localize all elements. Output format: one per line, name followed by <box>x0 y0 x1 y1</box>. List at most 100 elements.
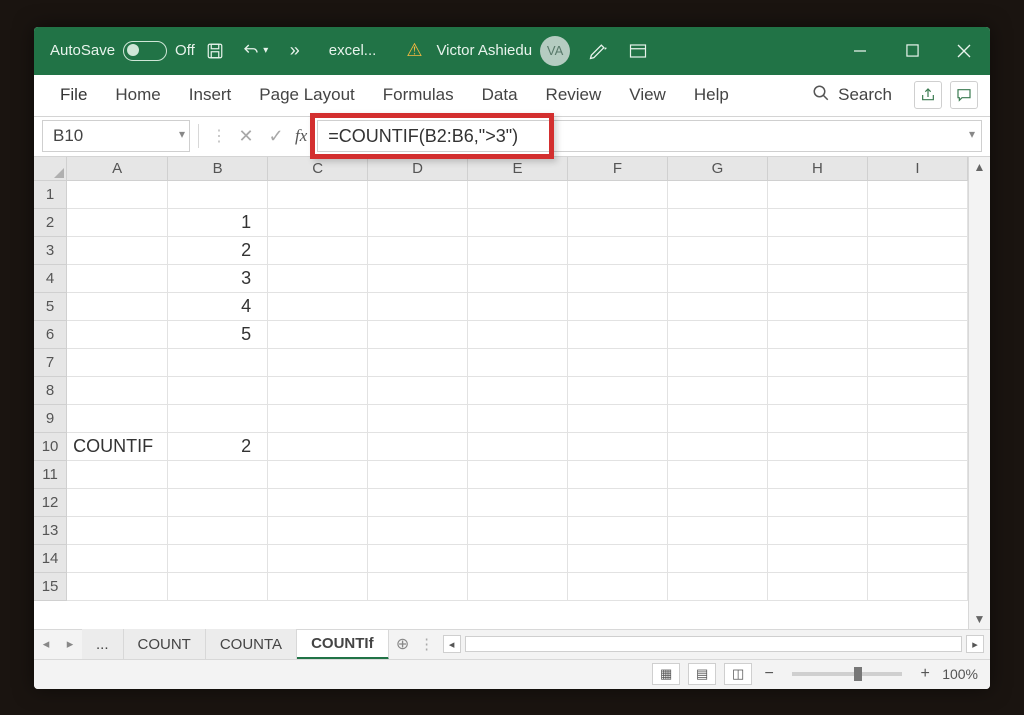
cell[interactable] <box>168 181 268 209</box>
autosave-control[interactable]: AutoSave Off <box>50 41 195 61</box>
excel-window: AutoSave Off ▾ » excel... ⚠ Victor Ashie… <box>34 27 990 689</box>
row-header[interactable]: 9 <box>34 405 67 433</box>
col-header-B[interactable]: B <box>168 157 268 181</box>
row-header[interactable]: 15 <box>34 573 67 601</box>
row-header[interactable]: 3 <box>34 237 67 265</box>
sheet-tab-count[interactable]: COUNT <box>124 629 206 659</box>
name-box-value: B10 <box>53 126 83 146</box>
view-pagelayout-button[interactable]: ▤ <box>688 663 716 685</box>
formula-bar: B10 ▾ ⋮ ✕ ✓ fx ▾ <box>34 117 990 157</box>
ribbon-tab-file[interactable]: File <box>46 74 101 116</box>
scroll-down-icon[interactable]: ▼ <box>969 609 990 629</box>
sheet-nav-next[interactable]: ▸ <box>58 636 82 652</box>
cell[interactable] <box>67 181 168 209</box>
cell-A10[interactable]: COUNTIF <box>67 433 168 461</box>
user-account[interactable]: Victor Ashiedu VA <box>436 36 570 66</box>
expand-formula-icon[interactable]: ▾ <box>969 127 975 141</box>
row-header[interactable]: 10 <box>34 433 67 461</box>
view-pagebreak-button[interactable]: ◫ <box>724 663 752 685</box>
maximize-button[interactable] <box>886 27 938 75</box>
share-icon[interactable] <box>914 81 942 109</box>
row-header[interactable]: 12 <box>34 489 67 517</box>
row-header[interactable]: 11 <box>34 461 67 489</box>
zoom-slider[interactable] <box>792 672 902 676</box>
scroll-right-icon[interactable]: ▸ <box>966 635 984 653</box>
row-header[interactable]: 4 <box>34 265 67 293</box>
autosave-toggle[interactable] <box>123 41 167 61</box>
cancel-formula-button[interactable]: ✕ <box>231 121 261 151</box>
document-title: excel... <box>329 42 377 59</box>
zoom-level[interactable]: 100% <box>942 666 978 682</box>
minimize-button[interactable] <box>834 27 886 75</box>
row-header[interactable]: 8 <box>34 377 67 405</box>
cell-B4[interactable]: 3 <box>168 265 268 293</box>
sheet-nav-prev[interactable]: ◂ <box>34 636 58 652</box>
row-header[interactable]: 6 <box>34 321 67 349</box>
row-header[interactable]: 5 <box>34 293 67 321</box>
search-label: Search <box>838 85 892 105</box>
col-header-C[interactable]: C <box>268 157 368 181</box>
col-header-G[interactable]: G <box>668 157 768 181</box>
search-icon <box>812 84 830 107</box>
zoom-out-button[interactable]: − <box>760 665 778 683</box>
worksheet-area: A B C D E F G H I 1 21 32 43 54 65 7 8 <box>34 157 990 629</box>
scroll-track[interactable] <box>465 636 962 652</box>
add-sheet-button[interactable]: ⊕ <box>389 634 417 654</box>
ribbon-tab-view[interactable]: View <box>615 74 680 116</box>
grid[interactable]: A B C D E F G H I 1 21 32 43 54 65 7 8 <box>34 157 968 629</box>
cell-B2[interactable]: 1 <box>168 209 268 237</box>
search-control[interactable]: Search <box>798 84 906 107</box>
user-name: Victor Ashiedu <box>436 42 532 59</box>
col-header-F[interactable]: F <box>568 157 668 181</box>
cell-B3[interactable]: 2 <box>168 237 268 265</box>
col-header-D[interactable]: D <box>368 157 468 181</box>
formula-input[interactable] <box>318 121 981 151</box>
ribbon-tab-pagelayout[interactable]: Page Layout <box>245 74 368 116</box>
col-header-E[interactable]: E <box>468 157 568 181</box>
cell-B5[interactable]: 4 <box>168 293 268 321</box>
pen-icon[interactable] <box>580 33 616 69</box>
gripper-icon: ⋮ <box>207 126 231 146</box>
comments-icon[interactable] <box>950 81 978 109</box>
ribbon-tab-help[interactable]: Help <box>680 74 743 116</box>
row-header[interactable]: 2 <box>34 209 67 237</box>
ribbon-tab-formulas[interactable]: Formulas <box>369 74 468 116</box>
sheet-tab-bar: ◂ ▸ ... COUNT COUNTA COUNTIf ⊕ ⋮ ◂ ▸ <box>34 629 990 659</box>
autosave-label: AutoSave <box>50 42 115 59</box>
scroll-left-icon[interactable]: ◂ <box>443 635 461 653</box>
fx-icon[interactable]: fx <box>295 126 307 146</box>
row-header[interactable]: 14 <box>34 545 67 573</box>
autosave-state: Off <box>175 42 195 59</box>
row-header[interactable]: 1 <box>34 181 67 209</box>
chevron-down-icon[interactable]: ▾ <box>179 127 185 141</box>
avatar: VA <box>540 36 570 66</box>
sheet-tab-counta[interactable]: COUNTA <box>206 629 297 659</box>
row-header[interactable]: 13 <box>34 517 67 545</box>
ribbon-tab-review[interactable]: Review <box>532 74 616 116</box>
row-header[interactable]: 7 <box>34 349 67 377</box>
gripper-icon: ⋮ <box>417 635 437 653</box>
vertical-scrollbar[interactable]: ▲ ▼ <box>968 157 990 629</box>
select-all-corner[interactable] <box>34 157 67 181</box>
col-header-A[interactable]: A <box>67 157 168 181</box>
cell-B6[interactable]: 5 <box>168 321 268 349</box>
enter-formula-button[interactable]: ✓ <box>261 121 291 151</box>
more-quickaccess-icon[interactable]: » <box>277 33 313 69</box>
horizontal-scrollbar[interactable]: ◂ ▸ <box>437 635 990 653</box>
ribbon-display-icon[interactable] <box>620 33 656 69</box>
ribbon-tab-home[interactable]: Home <box>101 74 174 116</box>
col-header-H[interactable]: H <box>767 157 867 181</box>
ribbon-tab-insert[interactable]: Insert <box>175 74 246 116</box>
col-header-I[interactable]: I <box>867 157 967 181</box>
scroll-up-icon[interactable]: ▲ <box>969 157 990 177</box>
view-normal-button[interactable]: ▦ <box>652 663 680 685</box>
undo-icon[interactable]: ▾ <box>237 33 273 69</box>
sheet-tab-countif[interactable]: COUNTIf <box>297 630 389 660</box>
name-box[interactable]: B10 ▾ <box>42 120 190 152</box>
ribbon-tab-data[interactable]: Data <box>468 74 532 116</box>
zoom-in-button[interactable]: + <box>916 665 934 683</box>
save-icon[interactable] <box>197 33 233 69</box>
close-button[interactable] <box>938 27 990 75</box>
sheet-tab-more[interactable]: ... <box>82 629 124 659</box>
cell-B10[interactable]: 2 <box>168 433 268 461</box>
